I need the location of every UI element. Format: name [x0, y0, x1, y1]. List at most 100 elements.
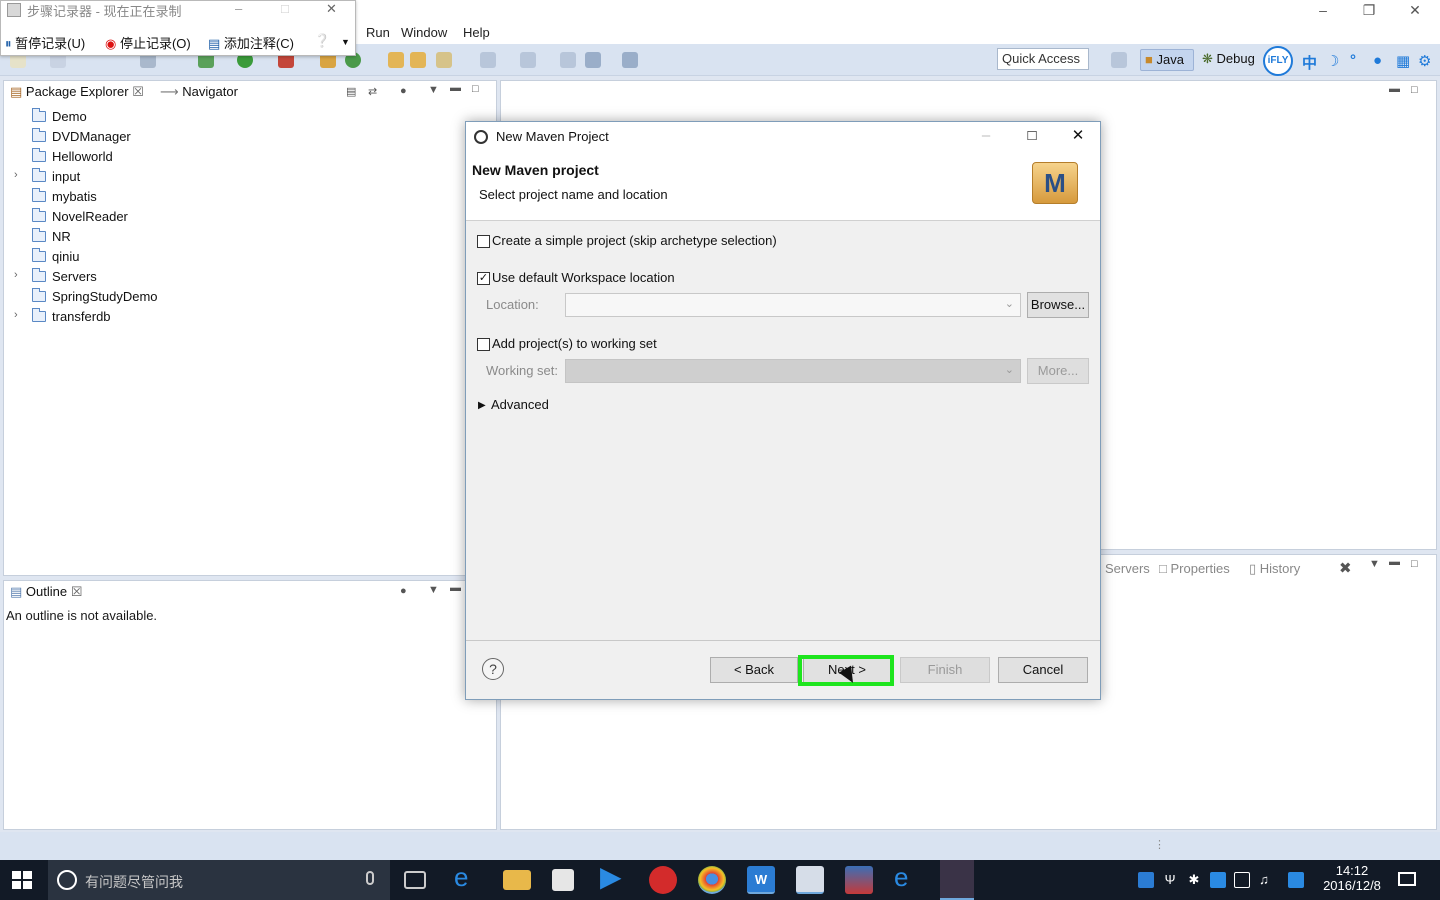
pause-recording-button[interactable]: ⏸ 暂停记录(U)	[5, 33, 85, 52]
chevron-down-icon[interactable]: ▼	[341, 37, 350, 47]
tree-item[interactable]: › transferdb	[4, 308, 484, 328]
close-tab-icon[interactable]: ☒	[132, 84, 144, 99]
network-icon[interactable]	[1234, 872, 1250, 888]
browse-button[interactable]: Browse...	[1027, 292, 1089, 318]
working-set-checkbox[interactable]	[477, 338, 490, 351]
cortana-search-box[interactable]: 有问题尽管问我	[48, 860, 390, 900]
security-tray-icon[interactable]	[1210, 872, 1226, 888]
taskbar-clock[interactable]: 14:12 2016/12/8	[1318, 863, 1386, 893]
tree-item[interactable]: Helloworld	[4, 148, 484, 168]
close-icon[interactable]: ✕	[1392, 0, 1438, 22]
search-tool-icon[interactable]	[436, 52, 452, 68]
working-set-combo[interactable]: ⌄	[565, 359, 1021, 383]
maximize-icon[interactable]: □	[281, 1, 289, 16]
menu-help[interactable]: Help	[463, 25, 490, 40]
last-edit-icon[interactable]	[560, 52, 576, 68]
bluetooth-icon[interactable]: ✱	[1186, 872, 1202, 888]
restore-icon[interactable]: ❐	[1346, 0, 1392, 22]
microphone-icon[interactable]	[366, 871, 374, 885]
ime-tray-icon[interactable]	[1288, 872, 1304, 888]
collapse-all-icon[interactable]: ▤	[346, 85, 356, 98]
maximize-icon[interactable]: □	[1017, 126, 1047, 148]
tab-history[interactable]: ▯ History	[1249, 561, 1300, 577]
tree-item[interactable]: › Servers	[4, 268, 484, 288]
stop-recording-button[interactable]: ◉ 停止记录(O)	[105, 33, 191, 52]
panel-maximize-icon[interactable]: □	[1411, 558, 1418, 570]
edit-icon[interactable]	[520, 52, 536, 68]
open-perspective-icon[interactable]	[1111, 52, 1127, 68]
chevron-right-icon[interactable]: ›	[14, 309, 18, 321]
tree-item[interactable]: › input	[4, 168, 484, 188]
perspective-debug[interactable]: ❋ Debug	[1198, 49, 1260, 71]
word-tray-icon[interactable]	[1138, 872, 1154, 888]
task-view-icon[interactable]	[404, 871, 426, 889]
chevron-right-icon[interactable]: ›	[14, 269, 18, 281]
panel-minimize-icon[interactable]: ▬	[1389, 556, 1400, 568]
location-combo[interactable]: ⌄	[565, 293, 1021, 317]
quick-access-input[interactable]: Quick Access	[997, 48, 1089, 70]
remove-all-icon[interactable]: ✖	[1339, 559, 1352, 577]
cancel-button[interactable]: Cancel	[998, 657, 1088, 683]
editor-maximize-icon[interactable]: □	[1411, 84, 1418, 96]
focus-icon[interactable]: ●	[400, 585, 407, 597]
view-menu-icon[interactable]: ▼	[428, 584, 439, 596]
simple-project-label[interactable]: Create a simple project (skip archetype …	[492, 233, 777, 248]
ime-settings-icon[interactable]: ⚙	[1418, 52, 1431, 70]
back-icon[interactable]	[585, 52, 601, 68]
open-task-icon[interactable]	[410, 52, 426, 68]
more-button[interactable]: More...	[1027, 358, 1089, 384]
panel-minimize-icon[interactable]: ▬	[450, 582, 461, 594]
close-tab-icon[interactable]: ☒	[71, 584, 83, 599]
tree-item[interactable]: NR	[4, 228, 484, 248]
volume-icon[interactable]: ♫	[1256, 872, 1272, 888]
ime-moon-icon[interactable]: ☽	[1326, 52, 1339, 70]
media-player-icon[interactable]: ▶	[600, 860, 628, 892]
tree-item[interactable]: Demo	[4, 108, 484, 128]
chevron-right-icon[interactable]: ›	[14, 169, 18, 181]
ime-chinese-icon[interactable]: 中	[1302, 52, 1317, 73]
help-icon[interactable]: ?	[482, 658, 504, 680]
music-app-icon[interactable]	[649, 866, 677, 894]
panel-maximize-icon[interactable]: □	[472, 83, 479, 95]
ime-punct-icon[interactable]: °	[1350, 52, 1356, 69]
panel-minimize-icon[interactable]: ▬	[450, 82, 461, 94]
tree-item[interactable]: SpringStudyDemo	[4, 288, 484, 308]
tab-servers[interactable]: Servers	[1105, 561, 1150, 576]
action-center-icon[interactable]	[1398, 872, 1416, 886]
menu-run[interactable]: Run	[366, 25, 390, 40]
word-icon[interactable]: W	[747, 866, 775, 894]
pen-tray-icon[interactable]: Ψ	[1162, 872, 1178, 888]
app-icon[interactable]	[845, 866, 873, 894]
open-type-icon[interactable]	[388, 52, 404, 68]
close-icon[interactable]: ✕	[326, 1, 337, 17]
view-menu-icon[interactable]: ▼	[1369, 558, 1380, 570]
close-icon[interactable]: ✕	[1063, 126, 1093, 148]
tree-item[interactable]: qiniu	[4, 248, 484, 268]
store-icon[interactable]	[552, 869, 574, 891]
menu-window[interactable]: Window	[401, 25, 447, 40]
help-icon[interactable]: ❔	[314, 33, 330, 49]
advanced-toggle[interactable]: Advanced	[491, 397, 549, 412]
editor-minimize-icon[interactable]: ▬	[1389, 83, 1400, 95]
add-comment-button[interactable]: ▤ 添加注释(C)	[208, 33, 294, 52]
view-menu-icon[interactable]: ▼	[428, 84, 439, 96]
eclipse-taskbar-icon[interactable]	[940, 860, 974, 900]
tree-item[interactable]: NovelReader	[4, 208, 484, 228]
minimize-icon[interactable]: –	[235, 1, 242, 16]
forward-icon[interactable]	[622, 52, 638, 68]
working-set-checkbox-label[interactable]: Add project(s) to working set	[492, 336, 657, 351]
finish-button[interactable]: Finish	[900, 657, 990, 683]
tab-properties[interactable]: □ Properties	[1159, 561, 1230, 576]
tab-navigator[interactable]: ⟶ Navigator	[160, 84, 238, 100]
ifly-ime-icon[interactable]: iFLY	[1263, 46, 1293, 76]
steps-recorder-taskbar-icon[interactable]	[796, 866, 824, 894]
ime-mic-icon[interactable]: ●	[1373, 52, 1382, 69]
internet-explorer-icon[interactable]: e	[894, 862, 922, 892]
minimize-icon[interactable]: –	[971, 126, 1001, 148]
tree-item[interactable]: DVDManager	[4, 128, 484, 148]
windows-start-icon[interactable]	[12, 871, 32, 889]
file-explorer-icon[interactable]	[503, 870, 531, 890]
focus-icon[interactable]: ●	[400, 85, 407, 97]
edge-browser-icon[interactable]: e	[454, 862, 482, 892]
ime-keyboard-icon[interactable]: ▦	[1396, 52, 1410, 70]
